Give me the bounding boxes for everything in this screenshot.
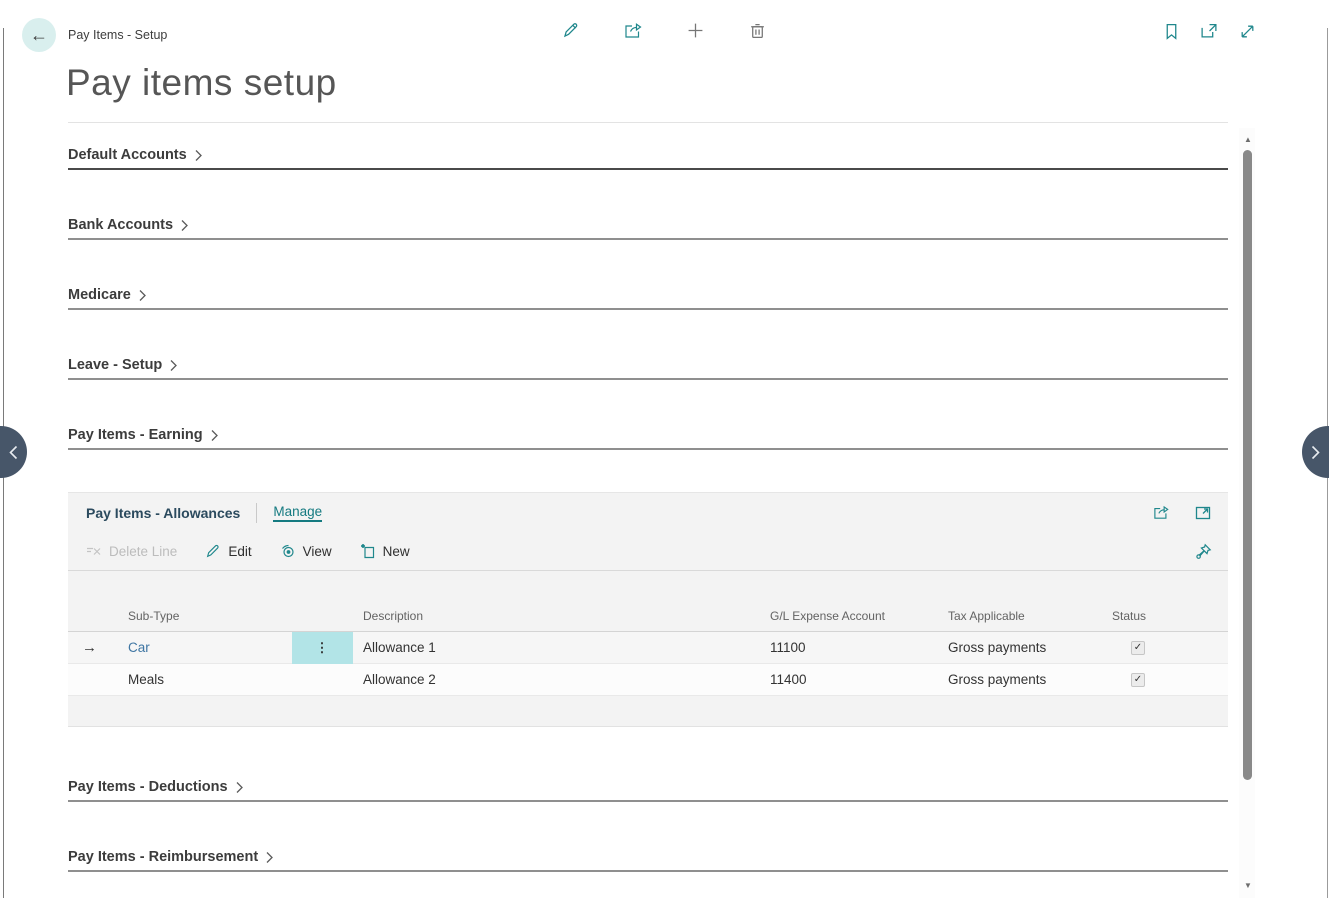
top-bar: ← Pay Items - Setup [4,0,1327,60]
chevron-right-icon [265,851,274,864]
column-header-tax-applicable[interactable]: Tax Applicable [948,601,1025,632]
chevron-right-icon [1311,445,1320,460]
breadcrumb[interactable]: Pay Items - Setup [68,28,167,42]
previous-record-button[interactable] [0,426,27,478]
page-actions [560,19,768,41]
pencil-icon [562,21,580,39]
cell-tax-applicable[interactable]: Gross payments [948,664,1046,696]
chevron-right-icon [138,289,147,302]
allowances-card: Pay Items - Allowances Manage [68,492,1228,727]
share-page-button[interactable] [622,19,644,41]
column-header-status[interactable]: Status [1112,601,1146,632]
popout-icon [1195,505,1211,520]
delete-line-icon [86,545,102,558]
cell-gl-expense[interactable]: 11100 [770,632,806,664]
edit-page-button[interactable] [560,19,582,41]
pin-icon [1195,543,1212,560]
section-default-accounts[interactable]: Default Accounts [68,142,1228,170]
cell-sub-type[interactable]: Car [128,632,150,664]
scroll-down-arrow[interactable]: ▼ [1243,881,1253,890]
table-row[interactable]: → Car ⋮ Allowance 1 11100 Gross payments… [68,632,1228,664]
back-button[interactable]: ← [22,18,56,52]
cell-description[interactable]: Allowance 2 [363,664,436,696]
eye-icon [280,543,296,559]
trash-icon [749,22,766,39]
section-pay-items-earning[interactable]: Pay Items - Earning [68,422,1228,450]
allowances-toolbar: Delete Line Edit View [68,532,1228,571]
open-part-button[interactable] [1192,502,1214,524]
new-line-button[interactable]: New [360,543,410,559]
column-header-sub-type[interactable]: Sub-Type [128,601,179,632]
delete-page-button[interactable] [746,19,768,41]
bookmark-button[interactable] [1160,20,1182,42]
section-medicare[interactable]: Medicare [68,282,1228,310]
allowances-card-title: Pay Items - Allowances [86,505,240,521]
column-header-description[interactable]: Description [363,601,423,632]
bookmark-icon [1164,23,1179,40]
plus-icon [687,22,704,39]
scrollbar-thumb[interactable] [1243,150,1252,780]
new-document-icon [360,543,376,559]
edit-line-button[interactable]: Edit [205,543,251,559]
section-pay-items-deductions[interactable]: Pay Items - Deductions [68,774,1228,802]
allowances-card-header: Pay Items - Allowances Manage [68,493,1228,532]
chevron-left-icon [9,445,18,460]
pin-part-button[interactable] [1195,543,1212,560]
section-bank-accounts[interactable]: Bank Accounts [68,212,1228,240]
cell-gl-expense[interactable]: 11400 [770,664,807,696]
manage-tab[interactable]: Manage [273,504,322,522]
cell-sub-type[interactable]: Meals [128,664,164,696]
chevron-right-icon [235,781,244,794]
status-checkbox-checked: ✓ [1131,641,1145,655]
chevron-right-icon [169,359,178,372]
chevron-right-icon [180,219,189,232]
cell-tax-applicable[interactable]: Gross payments [948,632,1046,664]
chevron-right-icon [210,429,219,442]
column-header-gl-expense[interactable]: G/L Expense Account [770,601,885,632]
section-leave-setup[interactable]: Leave - Setup [68,352,1228,380]
window-actions [1160,20,1258,42]
scroll-up-arrow[interactable]: ▲ [1243,135,1253,144]
table-row[interactable]: Meals Allowance 2 11400 Gross payments ✓ [68,664,1228,696]
row-options-menu-icon[interactable]: ⋮ [292,632,353,664]
current-row-indicator-icon: → [82,632,97,664]
expand-button[interactable] [1236,20,1258,42]
status-checkbox-checked: ✓ [1131,673,1145,687]
open-in-window-button[interactable] [1198,20,1220,42]
header-divider [256,503,257,523]
new-page-button[interactable] [684,19,706,41]
page-title: Pay items setup [66,62,337,104]
chevron-right-icon [194,149,203,162]
section-pay-items-reimbursement[interactable]: Pay Items - Reimbursement [68,844,1228,872]
view-line-button[interactable]: View [280,543,332,559]
title-divider [68,122,1228,123]
allowances-grid-header: Sub-Type Description G/L Expense Account… [68,601,1228,632]
expand-diagonal-icon [1239,23,1256,40]
back-arrow-icon: ← [30,25,48,46]
share-part-button[interactable] [1150,502,1172,524]
popout-icon [1200,23,1218,39]
share-icon [624,22,643,39]
delete-line-button[interactable]: Delete Line [86,544,177,559]
next-record-button[interactable] [1302,426,1329,478]
pencil-icon [205,543,221,559]
cell-description[interactable]: Allowance 1 [363,632,436,664]
share-icon [1153,505,1170,520]
